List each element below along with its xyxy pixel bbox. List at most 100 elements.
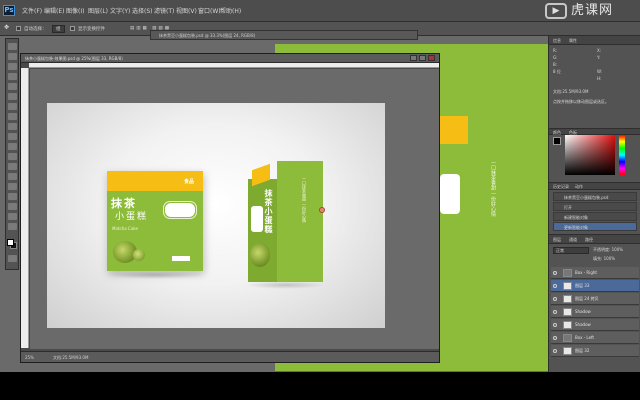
magic-wand-icon[interactable] xyxy=(8,73,17,80)
menu-window[interactable]: 窗口(W) xyxy=(198,6,221,15)
info-hint: 点按并拖移以移动图层或选区。 xyxy=(553,99,609,104)
color-panel-foreground[interactable] xyxy=(553,137,561,145)
matcha-cake-image-small xyxy=(133,249,145,261)
ruler-vertical[interactable] xyxy=(21,68,29,348)
tab-actions[interactable]: 动作 xyxy=(575,184,583,190)
lasso-icon[interactable] xyxy=(8,63,17,70)
eraser-icon[interactable] xyxy=(8,143,17,150)
tab-properties[interactable]: 属性 xyxy=(569,38,577,44)
eye-icon[interactable] xyxy=(553,349,557,353)
history-snapshot[interactable]: 抹茶黑豆小蛋糕包装.psd xyxy=(553,192,637,201)
tab-channels[interactable]: 通道 xyxy=(569,237,577,243)
shape-icon[interactable] xyxy=(8,213,17,220)
package-logo: 食品 xyxy=(183,179,194,185)
eye-icon[interactable] xyxy=(553,323,557,327)
tab-paths[interactable]: 路径 xyxy=(585,237,593,243)
tab-layers[interactable]: 图层 xyxy=(553,237,561,243)
info-w: W: xyxy=(597,69,603,74)
hue-slider[interactable] xyxy=(619,135,625,175)
layer-name: Shadow xyxy=(575,309,591,314)
quick-mask-icon[interactable] xyxy=(8,255,17,262)
history-panel-tabs: 历史记录 动作 xyxy=(549,183,640,190)
path-selection-icon[interactable] xyxy=(8,203,17,210)
document-window-mockup[interactable]: 抹茶小蛋糕包装-效果图.psd @ 25%(图层 33, RGB/8) 食品 抹… xyxy=(20,53,440,363)
zoom-level[interactable]: 25% xyxy=(25,355,34,360)
menu-file[interactable]: 文件(F) xyxy=(22,6,42,15)
show-transform-checkbox[interactable] xyxy=(70,26,75,31)
layer-row[interactable]: Shadow xyxy=(551,306,639,318)
close-icon[interactable] xyxy=(428,55,435,61)
ruler-horizontal[interactable] xyxy=(29,63,439,68)
status-bar: 25% 文档:25.5M/93.0M xyxy=(21,351,439,362)
crop-icon[interactable] xyxy=(8,83,17,90)
layer-row-selected[interactable]: 图层 33 xyxy=(551,280,639,292)
matcha-cake-image-side xyxy=(250,243,270,267)
menu-view[interactable]: 视图(V) xyxy=(176,6,197,15)
package-side-text: 一口抹茶香甜 一份好心情 xyxy=(302,177,307,223)
move-tool-icon[interactable]: ✥ xyxy=(4,24,9,31)
layer-name: Box - Left xyxy=(575,335,594,340)
layer-thumbnail xyxy=(563,308,572,316)
layer-thumbnail xyxy=(563,321,572,329)
history-item[interactable]: 新建智能对象 xyxy=(553,212,637,221)
menu-type[interactable]: 文字(Y) xyxy=(110,6,130,15)
opacity-field[interactable]: 不透明度: 100% xyxy=(593,247,637,254)
minimize-icon[interactable] xyxy=(410,55,417,61)
document-title: 抹茶小蛋糕包装-效果图.psd @ 25%(图层 33, RGB/8) xyxy=(25,56,123,61)
history-item-current[interactable]: 更新智能对象 xyxy=(553,222,637,231)
marquee-icon[interactable] xyxy=(8,53,17,60)
blend-mode-dropdown[interactable]: 正常 xyxy=(553,247,589,254)
fill-field[interactable]: 填充: 100% xyxy=(593,256,637,263)
healing-brush-icon[interactable] xyxy=(8,103,17,110)
move-icon[interactable] xyxy=(8,43,17,50)
tab-color[interactable]: 颜色 xyxy=(553,130,561,136)
foreground-color-swatch[interactable] xyxy=(7,239,14,246)
history-item[interactable]: 打开 xyxy=(553,202,637,211)
menu-select[interactable]: 选择(S) xyxy=(132,6,153,15)
gradient-icon[interactable] xyxy=(8,153,17,160)
tab-info[interactable]: 信息 xyxy=(553,38,561,44)
type-icon[interactable] xyxy=(8,193,17,200)
document-workspace[interactable]: 食品 抹茶 小蛋糕 Matcha Cake 抹茶小蛋糕 一口抹茶香甜 一份好心情 xyxy=(30,69,439,349)
maximize-icon[interactable] xyxy=(419,55,426,61)
menu-layer[interactable]: 图层(L) xyxy=(88,6,108,15)
clone-stamp-icon[interactable] xyxy=(8,123,17,130)
menu-image[interactable]: 图像(I) xyxy=(66,6,84,15)
dodge-icon[interactable] xyxy=(8,173,17,180)
tab-history[interactable]: 历史记录 xyxy=(553,184,569,190)
auto-select-checkbox[interactable] xyxy=(16,26,21,31)
auto-select-dropdown[interactable]: 组 xyxy=(52,25,65,33)
eye-icon[interactable] xyxy=(553,336,557,340)
history-brush-icon[interactable] xyxy=(8,133,17,140)
document-titlebar[interactable]: 抹茶小蛋糕包装-效果图.psd @ 25%(图层 33, RGB/8) xyxy=(21,54,439,63)
info-bit-depth: 8 位 xyxy=(553,69,561,74)
pen-icon[interactable] xyxy=(8,183,17,190)
info-panel: R: G: B: 8 位 X: Y: W: H: 文档:25.5M/93.0M … xyxy=(549,45,640,123)
mockup-canvas[interactable]: 食品 抹茶 小蛋糕 Matcha Cake 抹茶小蛋糕 一口抹茶香甜 一份好心情 xyxy=(47,103,385,328)
brand-logo-icon: ▶ xyxy=(545,3,567,19)
eyedropper-icon[interactable] xyxy=(8,93,17,100)
brush-icon[interactable] xyxy=(8,113,17,120)
info-panel-tabs: 信息 属性 xyxy=(549,36,640,45)
folder-icon xyxy=(563,269,572,277)
eye-icon[interactable] xyxy=(553,297,557,301)
blur-icon[interactable] xyxy=(8,163,17,170)
hand-icon[interactable] xyxy=(8,223,17,230)
info-r: R: xyxy=(553,48,558,53)
layer-row[interactable]: 图层 24 拷贝 xyxy=(551,293,639,305)
box-shadow-right xyxy=(245,281,325,289)
eye-icon[interactable] xyxy=(553,310,557,314)
layer-row[interactable]: Shadow xyxy=(551,319,639,331)
package-subtitle: Matcha Cake xyxy=(112,226,138,231)
history-item-label: 抹茶黑豆小蛋糕包装.psd xyxy=(564,195,609,200)
menu-help[interactable]: 帮助(H) xyxy=(220,6,241,15)
menu-edit[interactable]: 编辑(E) xyxy=(44,6,64,15)
color-picker-field[interactable] xyxy=(565,135,615,175)
document-tab-packaging[interactable]: 抹茶黑豆小蛋糕包装.psd @ 33.3%(图层 24, RGB/8) xyxy=(150,30,418,40)
layer-row[interactable]: Box - Left xyxy=(551,332,639,344)
layer-row[interactable]: 图层 32 xyxy=(551,345,639,357)
eye-icon[interactable] xyxy=(553,284,557,288)
layer-row[interactable]: Box - Right xyxy=(551,267,639,279)
eye-icon[interactable] xyxy=(553,271,557,275)
menu-filter[interactable]: 滤镜(T) xyxy=(154,6,174,15)
